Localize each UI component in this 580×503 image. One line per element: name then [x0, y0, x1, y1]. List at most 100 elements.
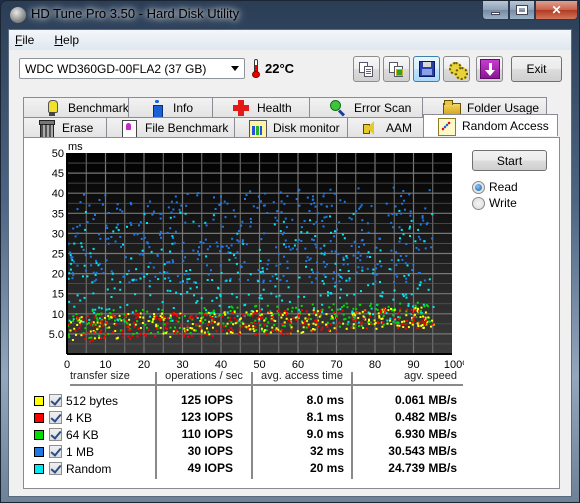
tab-disk-monitor[interactable]: Disk monitor	[234, 117, 348, 138]
data-point	[284, 332, 287, 335]
data-point	[380, 309, 383, 312]
data-point	[263, 204, 266, 207]
data-point	[107, 315, 110, 317]
data-point	[406, 308, 409, 311]
maximize-button[interactable]	[509, 1, 535, 20]
read-radio[interactable]: Read	[472, 180, 518, 194]
data-point	[379, 260, 381, 263]
data-point	[107, 212, 110, 214]
lightbulb-icon	[44, 99, 60, 116]
series-checkbox[interactable]	[49, 445, 62, 458]
close-button[interactable]: ✕	[535, 1, 578, 20]
data-point	[328, 306, 331, 309]
data-point	[410, 308, 413, 311]
data-point	[216, 316, 219, 319]
data-point	[189, 332, 192, 334]
tab-benchmark[interactable]: Benchmark	[23, 97, 129, 117]
data-point	[105, 321, 108, 324]
tab-erase[interactable]: Erase	[23, 117, 107, 138]
data-point	[410, 293, 413, 296]
data-point	[312, 322, 315, 325]
data-point	[334, 230, 336, 233]
tab-random-access[interactable]: Random Access	[423, 114, 558, 136]
series-checkbox[interactable]	[49, 394, 62, 407]
exit-button[interactable]: Exit	[511, 56, 562, 82]
tab-health[interactable]: Health	[212, 97, 310, 117]
title-bar[interactable]: HD Tune Pro 3.50 - Hard Disk Utility ✕	[1, 1, 579, 29]
start-button[interactable]: Start	[472, 150, 547, 171]
data-point	[217, 286, 220, 289]
data-point	[315, 277, 318, 280]
data-point	[303, 295, 306, 298]
series-checkbox[interactable]	[49, 411, 62, 424]
data-point	[370, 302, 372, 305]
data-point	[174, 230, 177, 233]
data-point	[112, 309, 115, 312]
save-button[interactable]	[413, 56, 440, 82]
data-point	[321, 326, 324, 329]
data-point	[287, 286, 290, 289]
tab-aam[interactable]: AAM	[347, 117, 424, 137]
write-radio[interactable]: Write	[472, 196, 517, 210]
data-point	[133, 321, 136, 324]
data-point	[368, 323, 371, 325]
data-point	[342, 263, 345, 266]
data-point	[390, 259, 393, 262]
y-tick-label: 40	[52, 188, 64, 200]
menu-help[interactable]: Help	[54, 33, 79, 47]
access-time-value: 9.0 ms	[306, 427, 344, 441]
data-point	[400, 212, 402, 215]
copy-screenshot-button[interactable]	[383, 56, 410, 82]
data-point	[139, 332, 142, 335]
data-point	[341, 309, 344, 312]
data-point	[419, 238, 422, 241]
data-point	[211, 311, 214, 314]
close-icon: ✕	[551, 3, 562, 17]
data-point	[339, 199, 342, 202]
data-point	[165, 332, 167, 335]
menu-file[interactable]: File	[15, 33, 34, 47]
data-point	[231, 306, 234, 309]
data-point	[352, 254, 355, 257]
data-point	[308, 275, 311, 278]
tab-error-scan[interactable]: Error Scan	[309, 97, 423, 117]
data-point	[300, 231, 303, 233]
data-point	[175, 329, 178, 332]
data-point	[141, 249, 144, 252]
data-point	[206, 327, 208, 330]
data-point	[395, 321, 398, 324]
drive-select[interactable]: WDC WD360GD-00FLA2 (37 GB)	[19, 58, 245, 79]
data-point	[169, 250, 172, 253]
series-checkbox[interactable]	[49, 462, 62, 475]
data-point	[199, 319, 202, 322]
data-point	[311, 303, 314, 306]
data-point	[191, 327, 194, 330]
copy-text-button[interactable]	[353, 56, 380, 82]
data-point	[216, 323, 219, 326]
data-point	[130, 257, 133, 260]
data-point	[183, 314, 186, 317]
options-button[interactable]	[443, 56, 470, 82]
tab-info[interactable]: Info	[128, 97, 213, 118]
data-point	[169, 326, 172, 329]
data-point	[69, 268, 72, 271]
data-point	[224, 216, 227, 219]
data-point	[425, 319, 428, 322]
minimize-to-tray-button[interactable]	[476, 56, 503, 82]
tab-file-benchmark[interactable]: File Benchmark	[106, 117, 235, 138]
data-point	[339, 296, 341, 299]
data-point	[196, 258, 199, 261]
data-point	[164, 316, 167, 319]
data-point	[430, 325, 432, 328]
series-color-swatch	[34, 447, 44, 457]
data-point	[221, 245, 224, 248]
scatter-plot: 5.0101520253035404550 0 10 20 30 40 50 60 70 80 9…	[49, 141, 464, 371]
data-point	[331, 308, 333, 311]
data-point	[181, 280, 184, 283]
minimize-button[interactable]	[482, 1, 509, 20]
data-point	[161, 309, 164, 311]
data-point	[90, 336, 93, 339]
data-point	[196, 324, 199, 327]
series-checkbox[interactable]	[49, 428, 62, 441]
data-point	[398, 312, 400, 315]
